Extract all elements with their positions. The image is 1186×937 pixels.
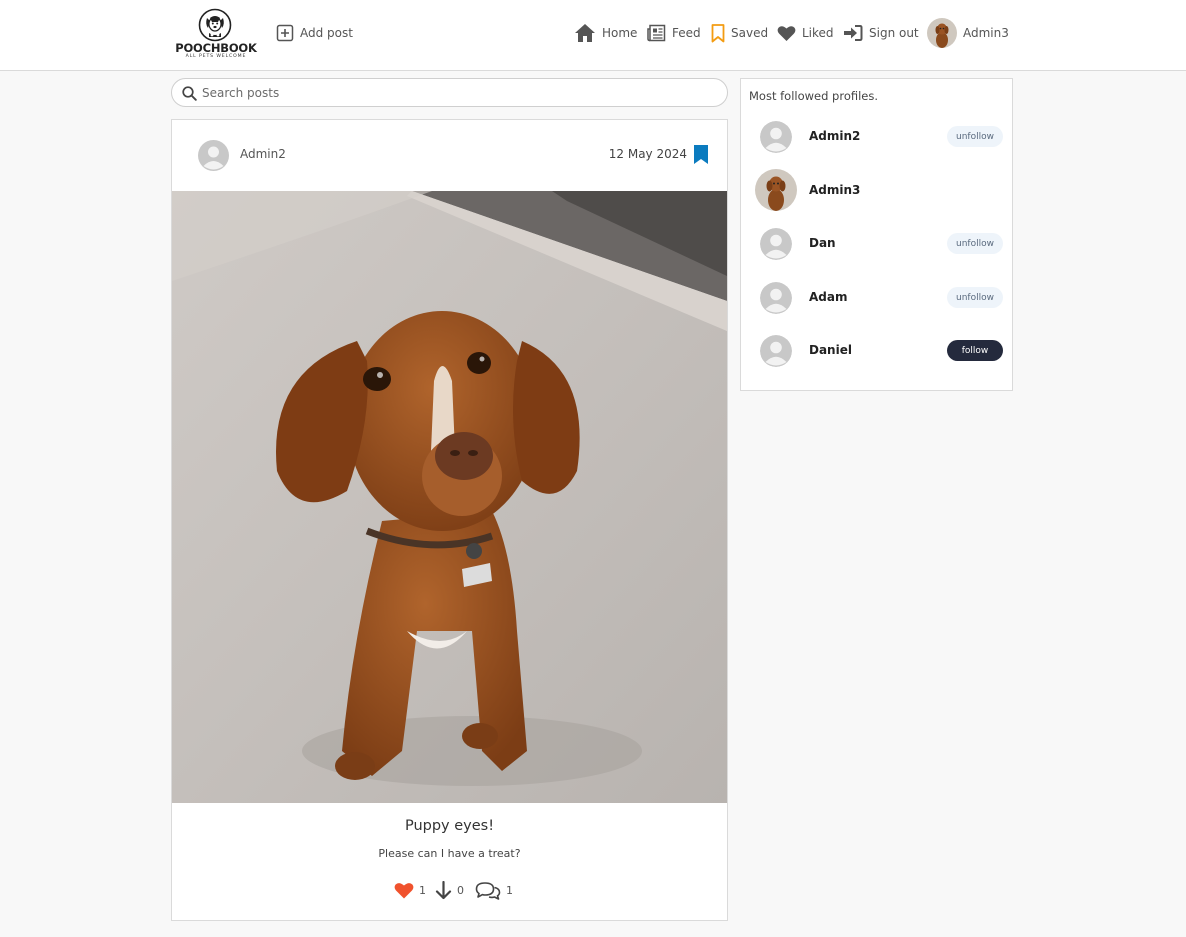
nav-sign-out[interactable]: Sign out	[843, 21, 919, 45]
download-stat[interactable]: 0	[435, 880, 464, 900]
dog-avatar-icon	[755, 169, 797, 211]
heart-icon	[777, 25, 796, 41]
dog-logo-icon	[198, 8, 232, 42]
profile-name[interactable]: Admin2	[809, 129, 860, 143]
post-image	[172, 191, 727, 803]
bookmark-icon[interactable]	[693, 145, 709, 165]
follow-button[interactable]: follow	[947, 340, 1003, 361]
profile-row-admin3: Admin3	[741, 169, 1012, 213]
nav-sign-out-label: Sign out	[869, 26, 919, 40]
nav-feed-label: Feed	[672, 26, 701, 40]
house-icon	[575, 24, 595, 42]
nav-home[interactable]: Home	[574, 21, 637, 45]
post-date: 12 May 2024	[608, 147, 687, 161]
profile-name[interactable]: Admin3	[809, 183, 860, 197]
nav-saved[interactable]: Saved	[711, 21, 768, 45]
post-card: Admin2 12 May 2024 Puppy eyes! Please ca…	[171, 119, 728, 921]
profile-row-admin2: Admin2 unfollow	[741, 115, 1012, 159]
downloads-count: 0	[457, 883, 464, 897]
default-avatar-icon[interactable]	[760, 335, 792, 367]
search-bar[interactable]	[171, 78, 728, 107]
unfollow-button[interactable]: unfollow	[947, 287, 1003, 308]
comments-stat[interactable]: 1	[475, 880, 513, 900]
likes-count: 1	[419, 883, 426, 897]
dog-photo	[172, 191, 727, 803]
nav-liked-label: Liked	[802, 26, 834, 40]
arrow-down-icon[interactable]	[435, 880, 452, 900]
profile-row-daniel: Daniel follow	[741, 329, 1012, 373]
nav-add-post-label: Add post	[300, 26, 353, 40]
profile-name[interactable]: Dan	[809, 236, 836, 250]
post-content: Please can I have a treat?	[378, 847, 521, 860]
nav-profile[interactable]: Admin3	[927, 18, 1009, 48]
profile-name[interactable]: Adam	[809, 290, 847, 304]
brand-name: POOCHBOOK	[175, 41, 257, 55]
comments-count: 1	[506, 883, 513, 897]
default-avatar-icon[interactable]	[760, 282, 792, 314]
dog-avatar-icon	[927, 18, 957, 48]
profiles-title: Most followed profiles.	[749, 89, 879, 103]
unfollow-button[interactable]: unfollow	[947, 126, 1003, 147]
profile-name[interactable]: Daniel	[809, 343, 852, 357]
avatar	[927, 18, 957, 48]
most-followed-profiles: Most followed profiles. Admin2 unfollow …	[740, 78, 1013, 391]
nav-feed[interactable]: Feed	[647, 21, 701, 45]
nav-profile-label: Admin3	[963, 26, 1009, 40]
post-title: Puppy eyes!	[404, 818, 495, 834]
poochbook-logo[interactable]: POOCHBOOK ALL PETS WELCOME	[174, 7, 258, 61]
default-avatar-icon[interactable]	[760, 121, 792, 153]
nav-add-post[interactable]: Add post	[276, 21, 353, 45]
nav-saved-label: Saved	[731, 26, 769, 40]
post-owner-name[interactable]: Admin2	[240, 147, 286, 161]
heart-icon[interactable]	[394, 882, 414, 899]
newspaper-icon	[647, 24, 666, 42]
sign-in-arrow-icon	[844, 25, 863, 41]
nav-liked[interactable]: Liked	[777, 21, 834, 45]
search-input[interactable]	[202, 83, 702, 102]
default-avatar-icon[interactable]	[198, 140, 229, 171]
unfollow-button[interactable]: unfollow	[947, 233, 1003, 254]
brand-tagline: ALL PETS WELCOME	[185, 54, 247, 59]
comments-icon[interactable]	[475, 881, 501, 900]
plus-square-icon	[276, 24, 294, 42]
search-icon	[182, 86, 197, 101]
nav-home-label: Home	[602, 26, 638, 40]
avatar[interactable]	[755, 169, 797, 211]
profile-row-dan: Dan unfollow	[741, 222, 1012, 266]
default-avatar-icon[interactable]	[760, 228, 792, 260]
like-stat[interactable]: 1	[394, 880, 426, 900]
bookmark-icon	[711, 23, 725, 42]
navbar: POOCHBOOK ALL PETS WELCOME Add post Home…	[0, 0, 1186, 71]
profile-row-adam: Adam unfollow	[741, 276, 1012, 320]
